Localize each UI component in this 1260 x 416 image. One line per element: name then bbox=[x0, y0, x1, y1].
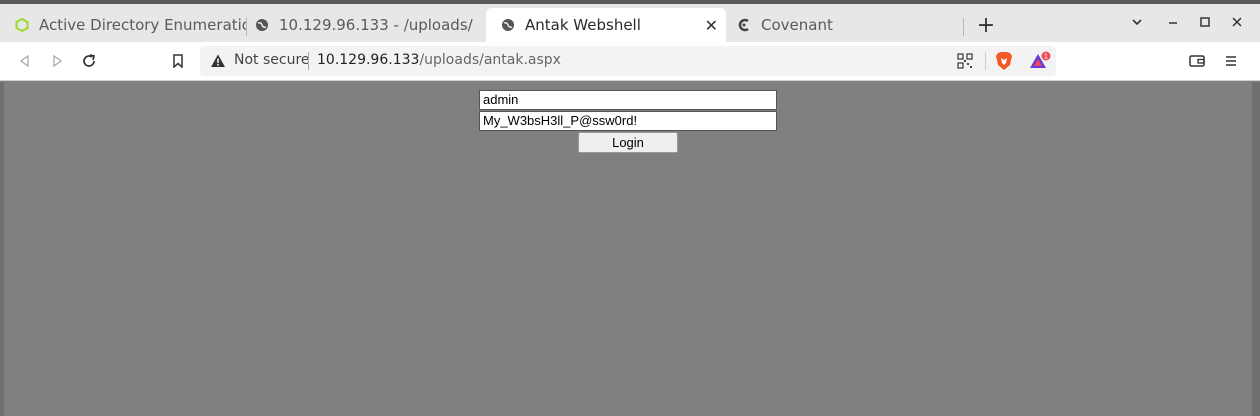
globe-icon bbox=[255, 18, 269, 32]
close-window-button[interactable] bbox=[1227, 14, 1247, 34]
url-path: /uploads/antak.aspx bbox=[419, 52, 561, 68]
tab-label: Active Directory Enumeration bbox=[39, 16, 246, 34]
security-label[interactable]: Not secure bbox=[234, 52, 310, 68]
forward-button[interactable] bbox=[46, 50, 68, 72]
globe-icon bbox=[501, 18, 515, 32]
maximize-button[interactable] bbox=[1195, 14, 1215, 34]
close-tab-icon[interactable]: ✕ bbox=[705, 16, 718, 35]
tab-active-directory[interactable]: Active Directory Enumeration bbox=[0, 8, 246, 42]
tab-antak-webshell[interactable]: Antak Webshell ✕ bbox=[486, 8, 726, 42]
menu-icon[interactable] bbox=[1220, 50, 1242, 72]
tab-uploads[interactable]: 10.129.96.133 - /uploads/ bbox=[240, 8, 484, 42]
bookmark-icon[interactable] bbox=[167, 50, 189, 72]
new-tab-button[interactable]: + bbox=[975, 15, 997, 38]
tab-search-chevron-icon[interactable] bbox=[1127, 14, 1147, 34]
password-input[interactable]: My_W3bsH3ll_P@ssw0rd! bbox=[479, 111, 777, 131]
reload-button[interactable] bbox=[78, 50, 100, 72]
url-divider bbox=[308, 52, 309, 70]
tab-covenant[interactable]: Covenant bbox=[722, 8, 964, 42]
minimize-button[interactable] bbox=[1163, 14, 1183, 34]
tab-divider bbox=[963, 18, 964, 36]
tab-label: Covenant bbox=[761, 16, 833, 34]
rewards-badge: 1 bbox=[1044, 53, 1048, 61]
brave-rewards-icon[interactable]: 1 bbox=[1029, 51, 1051, 71]
url-divider bbox=[985, 52, 986, 70]
toolbar: Not secure 10.129.96.133/uploads/antak.a… bbox=[0, 42, 1260, 81]
address-bar[interactable]: Not secure 10.129.96.133/uploads/antak.a… bbox=[200, 46, 1056, 76]
tab-label: Antak Webshell bbox=[525, 16, 641, 34]
warning-icon[interactable] bbox=[210, 53, 226, 69]
tab-bar: Active Directory Enumeration 10.129.96.1… bbox=[0, 4, 1260, 42]
tab-label: 10.129.96.133 - /uploads/ bbox=[279, 16, 473, 34]
url-host: 10.129.96.133 bbox=[317, 52, 420, 68]
login-button[interactable]: Login bbox=[578, 132, 678, 153]
covenant-icon bbox=[737, 18, 751, 32]
browser-window: Active Directory Enumeration 10.129.96.1… bbox=[0, 0, 1260, 416]
back-button[interactable] bbox=[14, 50, 36, 72]
right-edge bbox=[1252, 82, 1260, 416]
brave-shield-icon[interactable] bbox=[995, 51, 1013, 71]
username-input[interactable]: admin bbox=[479, 90, 777, 110]
hexagon-icon bbox=[15, 18, 29, 32]
url-text[interactable]: 10.129.96.133/uploads/antak.aspx bbox=[317, 52, 561, 68]
wallet-icon[interactable] bbox=[1186, 50, 1208, 72]
qr-code-icon[interactable] bbox=[957, 53, 973, 69]
